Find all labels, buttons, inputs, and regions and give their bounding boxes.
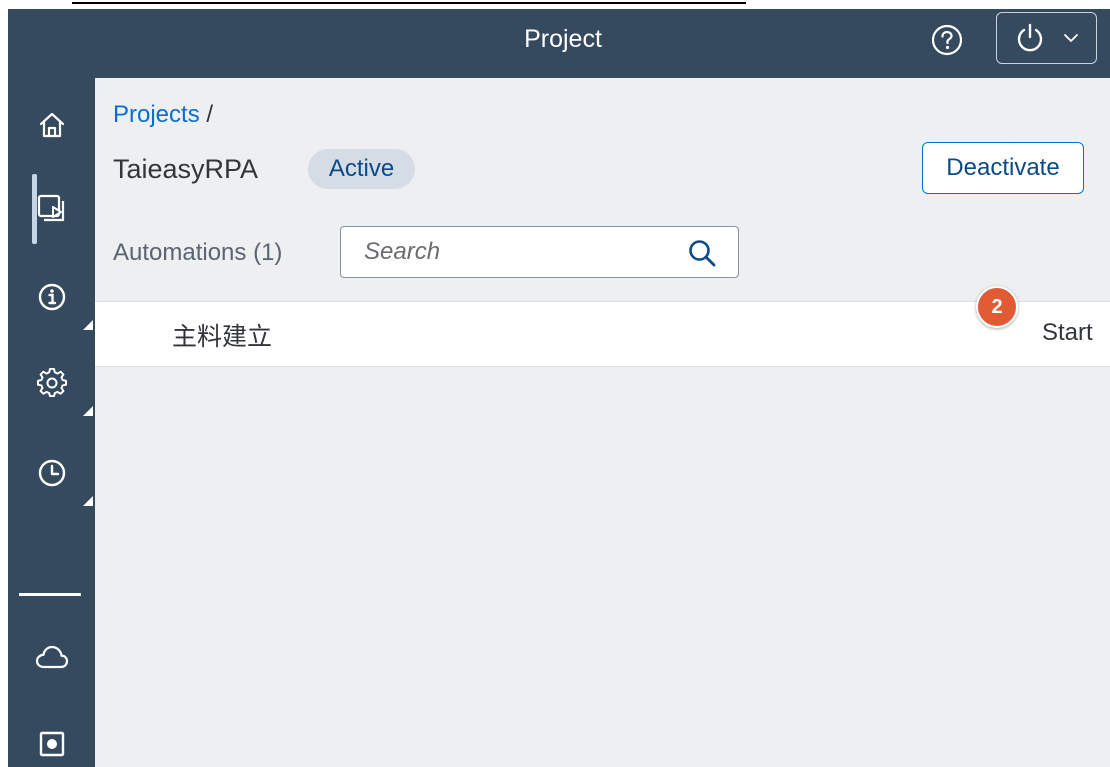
cloud-icon: [35, 645, 68, 669]
submenu-indicator: [83, 406, 93, 416]
step-number-badge: 2: [976, 286, 1018, 328]
home-icon: [39, 112, 64, 138]
automations-count-label: Automations (1): [113, 239, 283, 266]
page-title: TaieasyRPA: [113, 154, 259, 184]
top-underline: [72, 2, 746, 4]
breadcrumb-projects-link[interactable]: Projects: [113, 101, 200, 128]
sidebar-item-history[interactable]: [8, 438, 95, 508]
record-icon: [39, 731, 64, 757]
automations-list: 主料建立 Start: [95, 301, 1110, 367]
sidebar-item-record[interactable]: [8, 709, 95, 767]
side-navigation: [8, 78, 95, 767]
sidebar-item-automations[interactable]: [8, 174, 95, 244]
help-button[interactable]: [927, 22, 967, 58]
gear-icon: [36, 368, 67, 398]
automation-play-icon: [37, 194, 64, 222]
start-button[interactable]: Start: [1042, 319, 1093, 347]
sidebar-item-home[interactable]: [8, 90, 95, 160]
deactivate-button[interactable]: Deactivate: [922, 142, 1084, 194]
sidebar-divider: [19, 593, 81, 596]
clock-icon: [38, 459, 65, 487]
breadcrumb-separator: /: [206, 101, 214, 128]
list-item-name[interactable]: 主料建立: [172, 317, 272, 353]
power-icon: [1017, 23, 1042, 52]
help-circle-icon: [931, 24, 963, 56]
chevron-down-icon: [1063, 34, 1078, 42]
sidebar-item-cloud[interactable]: [8, 622, 95, 692]
shell-header: Project: [8, 9, 1110, 78]
submenu-indicator: [83, 320, 93, 330]
search-input[interactable]: [341, 227, 671, 277]
breadcrumb: Projects /: [113, 101, 213, 129]
submenu-indicator: [83, 496, 93, 506]
user-menu-button[interactable]: [996, 12, 1097, 64]
info-icon: [38, 283, 65, 311]
status-badge: Active: [308, 149, 415, 189]
sidebar-item-settings[interactable]: [8, 348, 95, 418]
search-field: [340, 226, 739, 278]
app-shell: Project Projects / TaieasyRPA Active Dea…: [8, 9, 1110, 767]
search-icon[interactable]: [687, 238, 717, 268]
sidebar-item-info[interactable]: [8, 262, 95, 332]
